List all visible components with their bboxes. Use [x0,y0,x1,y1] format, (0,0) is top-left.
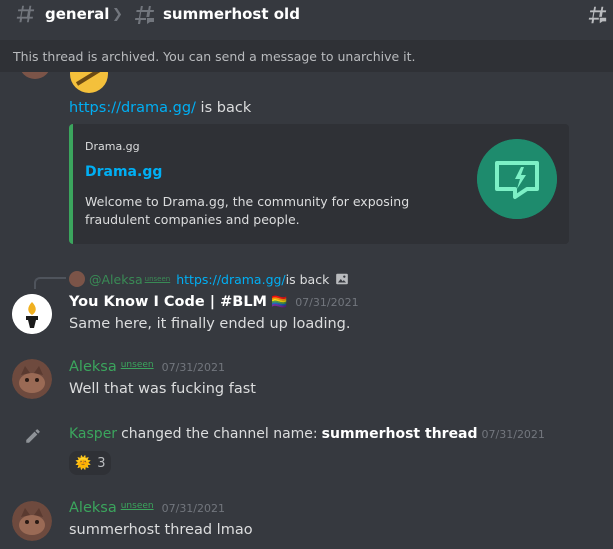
author-name[interactable]: Aleksa [69,500,117,516]
message-header: You Know I Code | #BLM 🏳️‍🌈 07/31/2021 [69,294,359,314]
author-badge: 🏳️‍🌈 [271,295,288,310]
avatar[interactable] [12,501,52,541]
timestamp[interactable]: 07/31/2021 [482,428,545,441]
reply-preview-link[interactable]: https://drama.gg/ [176,272,285,287]
parent-channel-name[interactable]: general [45,5,109,23]
reply-preview-text: is back [285,271,330,287]
embed-thumbnail[interactable] [477,139,557,219]
thread-name: summerhost old [163,5,300,23]
system-message: Kasper changed the channel name: summerh… [69,426,545,442]
reaction-button[interactable]: 🌞 3 [69,451,112,475]
embed-description: Welcome to Drama.gg, the community for e… [85,194,410,227]
message-text-rest: is back [195,100,252,116]
timestamp[interactable]: 07/31/2021 [295,296,358,309]
breadcrumb-chevron-icon: ❯ [112,7,123,22]
embed-provider[interactable]: Drama.gg [85,140,140,153]
reply-author-tag: unseen [144,275,171,283]
reply-avatar [69,271,85,287]
message-text: Well that was fucking fast [69,381,256,397]
system-text: changed the channel name: [121,426,318,442]
archived-notice-text: This thread is archived. You can send a … [13,48,416,64]
archived-thread-notice: This thread is archived. You can send a … [0,40,613,72]
reply-author[interactable]: @Aleksa [89,272,143,287]
channel-hash-icon [16,5,35,23]
message-text: summerhost thread lmao [69,522,253,538]
message-header: Aleksa unseen 07/31/2021 [69,359,225,379]
avatar[interactable] [12,294,52,334]
previous-avatar[interactable] [19,72,51,79]
author-name[interactable]: Aleksa [69,359,117,375]
timestamp[interactable]: 07/31/2021 [162,502,225,515]
pencil-icon [26,429,40,443]
message-link[interactable]: https://drama.gg/ [69,100,196,116]
reply-reference[interactable]: @Aleksa unseen https://drama.gg/ is back [69,270,349,288]
message-text: Same here, it finally ended up loading. [69,316,351,332]
threads-icon[interactable] [586,4,608,26]
thread-icon [135,6,155,26]
avatar[interactable] [12,359,52,399]
embed-title[interactable]: Drama.gg [85,164,162,180]
timestamp[interactable]: 07/31/2021 [162,361,225,374]
author-name[interactable]: You Know I Code | #BLM [69,294,267,310]
sun-emoji-icon: 🌞 [75,455,92,471]
author-tag: unseen [120,501,154,511]
reply-spine [34,277,66,289]
message-header: Aleksa unseen 07/31/2021 [69,500,225,520]
reaction-count: 3 [97,455,106,471]
channel-header: general ❯ summerhost old [0,0,613,30]
image-icon [336,273,349,285]
link-embed: Drama.gg Drama.gg Welcome to Drama.gg, t… [69,124,569,244]
emoji-image [69,72,109,94]
system-author[interactable]: Kasper [69,426,117,442]
message-text: https://drama.gg/ is back [69,100,251,116]
new-channel-name: summerhost thread [321,426,478,442]
author-tag: unseen [120,360,154,370]
